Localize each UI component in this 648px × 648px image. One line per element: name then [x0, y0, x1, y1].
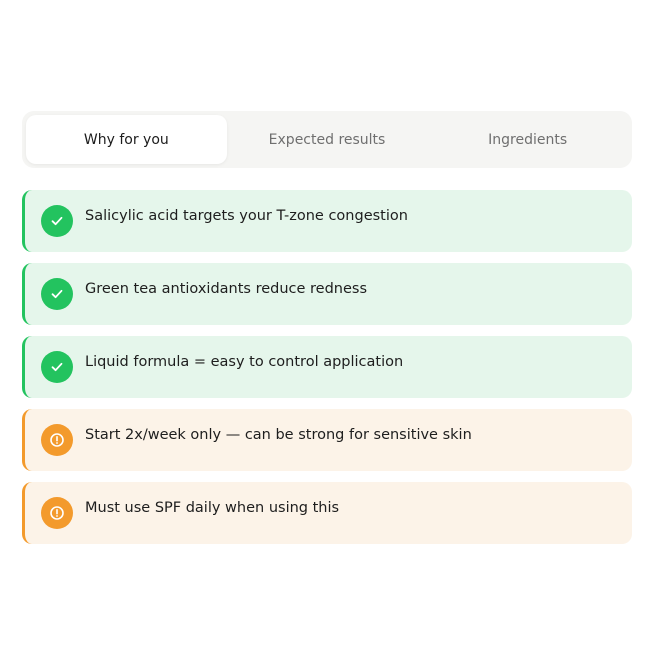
list-item: Liquid formula = easy to control applica…	[22, 336, 632, 398]
list-item-text: Salicylic acid targets your T-zone conge…	[85, 208, 408, 224]
list-item-text: Green tea antioxidants reduce redness	[85, 281, 368, 297]
list-item: Start 2x/week only — can be strong for s…	[22, 409, 632, 471]
alert-icon	[41, 424, 73, 456]
list-item-text: Liquid formula = easy to control applica…	[85, 354, 404, 370]
list-item: Must use SPF daily when using this	[22, 482, 632, 544]
tab-ingredients[interactable]: Ingredients	[427, 115, 628, 164]
recommendation-list: Salicylic acid targets your T-zone conge…	[22, 190, 632, 555]
list-item-text: Must use SPF daily when using this	[85, 500, 340, 516]
check-icon	[41, 351, 73, 383]
check-icon	[41, 278, 73, 310]
list-item: Salicylic acid targets your T-zone conge…	[22, 190, 632, 252]
list-item: Green tea antioxidants reduce redness	[22, 263, 632, 325]
tab-why-for-you[interactable]: Why for you	[26, 115, 227, 164]
tab-bar: Why for you Expected results Ingredients	[22, 111, 632, 168]
check-icon	[41, 205, 73, 237]
alert-icon	[41, 497, 73, 529]
tab-expected-results[interactable]: Expected results	[227, 115, 428, 164]
list-item-text: Start 2x/week only — can be strong for s…	[85, 427, 472, 443]
